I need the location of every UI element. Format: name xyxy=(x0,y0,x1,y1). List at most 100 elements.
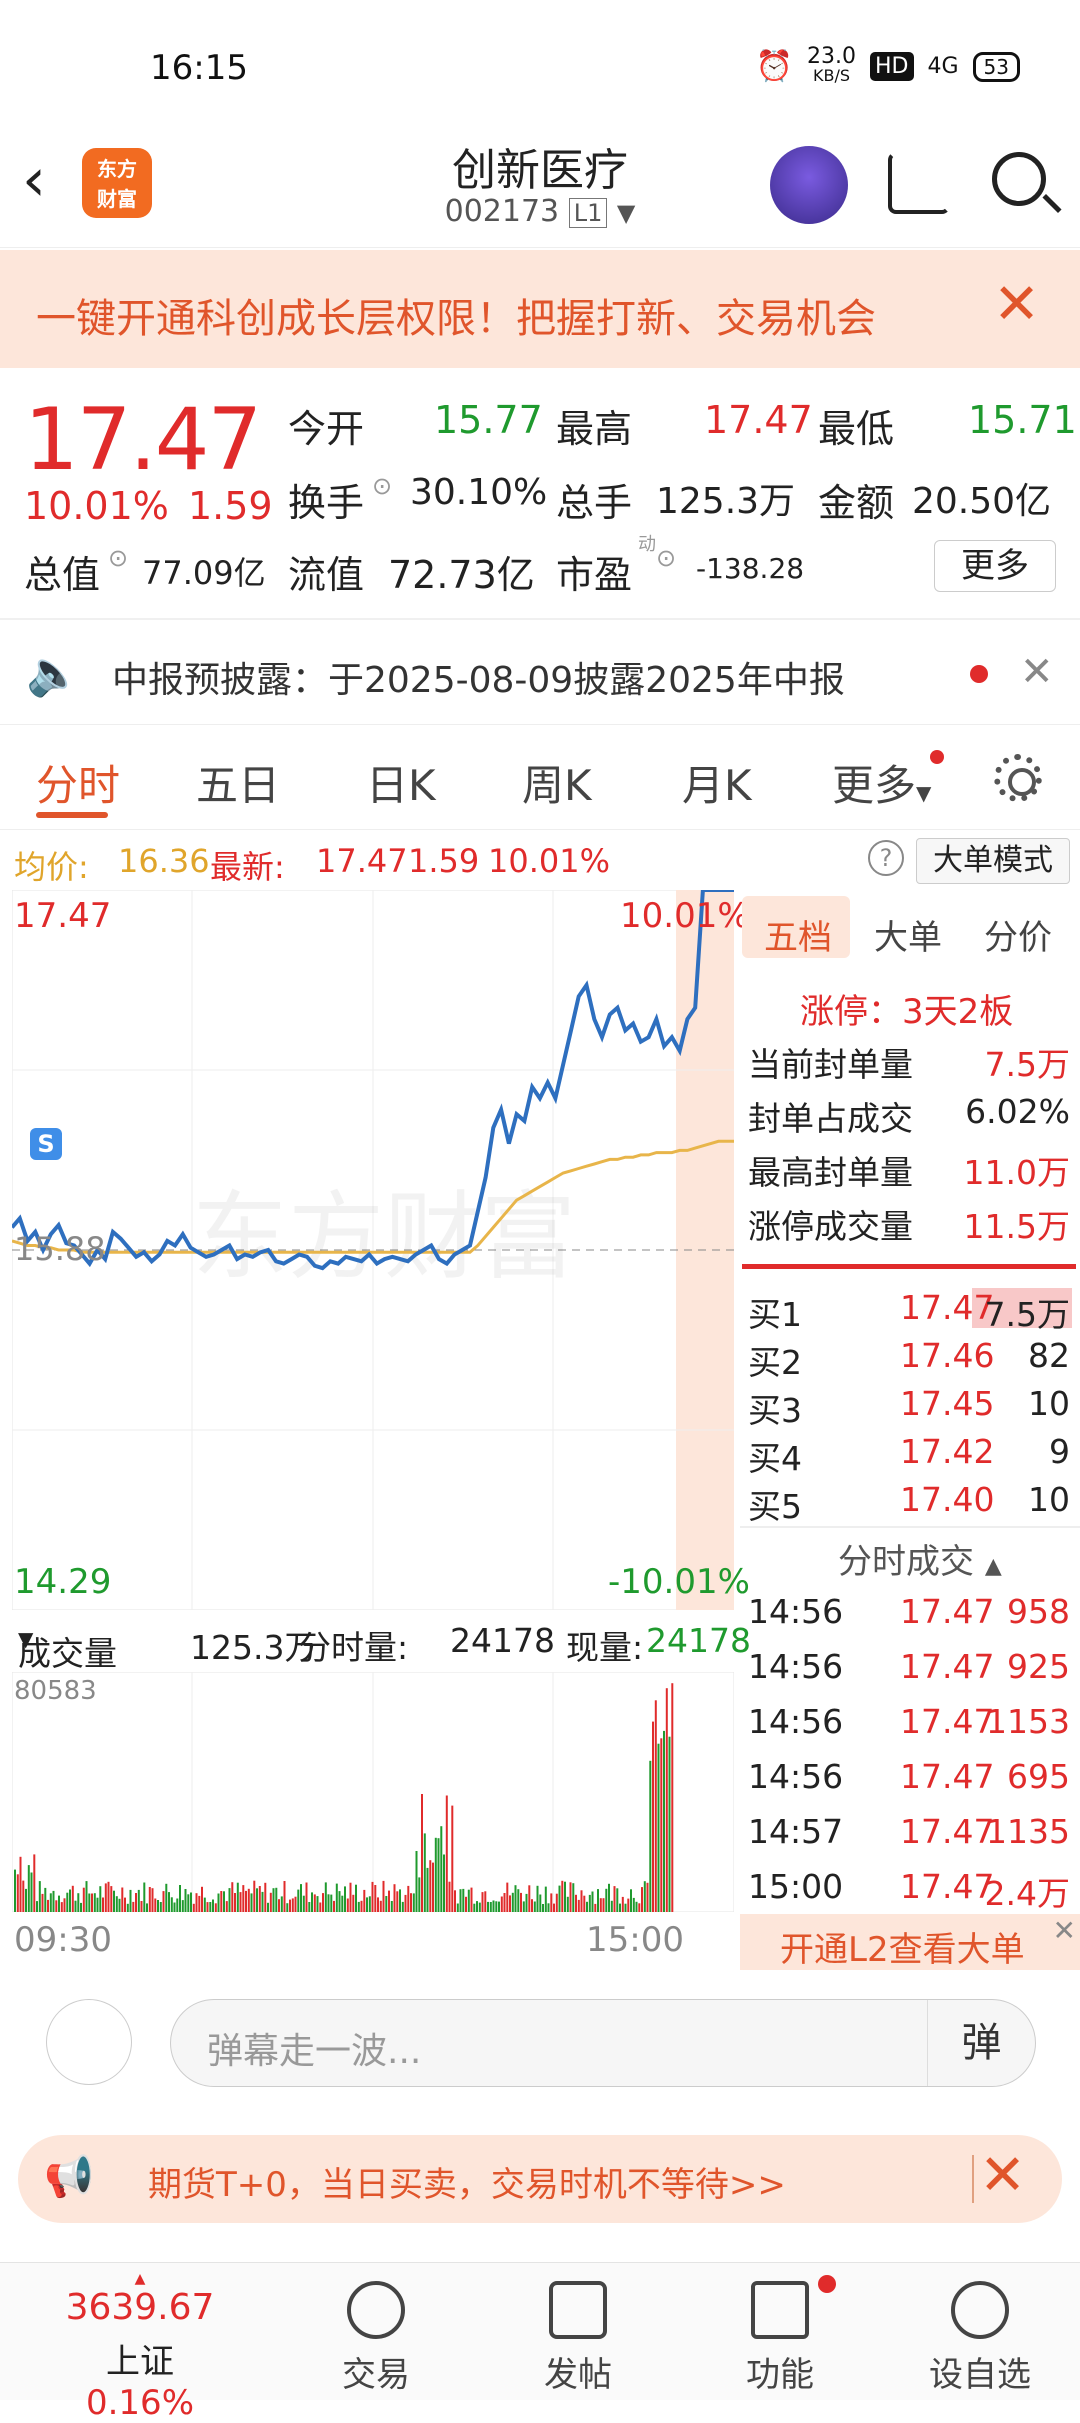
tab-more[interactable]: 更多▼ xyxy=(832,752,931,813)
futures-ad[interactable]: 📢 期货T+0，当日买卖，交易时机不等待>> ✕ xyxy=(18,2135,1062,2223)
banner-text[interactable]: 一键开通科创成长层权限！把握打新、交易机会 xyxy=(36,286,876,344)
megaphone-icon: 📢 xyxy=(44,2154,94,2200)
info-icon[interactable]: ⊙ xyxy=(108,544,128,572)
volume-bar xyxy=(220,1891,223,1912)
notice-text[interactable]: 中报预披露：于2025-08-09披露2025年中报 xyxy=(112,651,845,703)
sell-marker[interactable]: S xyxy=(30,1128,62,1160)
mktcap-value: 77.09亿 xyxy=(142,554,266,592)
promo-banner[interactable]: 一键开通科创成长层权限！把握打新、交易机会 ✕ xyxy=(0,250,1080,368)
search-icon[interactable] xyxy=(992,152,1046,206)
volume-bar xyxy=(278,1899,280,1912)
volume-bar xyxy=(415,1851,418,1912)
more-button[interactable]: 更多 xyxy=(934,540,1056,592)
volume-bar xyxy=(495,1901,498,1912)
now-vol-value: 24178 xyxy=(646,1621,751,1660)
tab-weekly-k[interactable]: 周K xyxy=(522,752,592,813)
close-icon[interactable]: ✕ xyxy=(979,2143,1026,2208)
volume-bar xyxy=(107,1881,110,1912)
volume-bar xyxy=(280,1896,283,1912)
volume-bar xyxy=(352,1894,355,1912)
tab-price-dist[interactable]: 分价 xyxy=(984,910,1052,959)
volume-bar xyxy=(247,1888,250,1912)
l2-promo[interactable]: 开通L2查看大单 ✕ xyxy=(740,1914,1080,1970)
volume-bar xyxy=(432,1862,434,1912)
volume-bar xyxy=(286,1903,289,1912)
volume-bar xyxy=(176,1898,179,1912)
share-icon[interactable] xyxy=(888,152,950,214)
volume-bar xyxy=(300,1884,302,1912)
volume-bar xyxy=(470,1887,473,1912)
big-order-mode-button[interactable]: 大单模式 xyxy=(916,838,1070,884)
close-icon[interactable]: ✕ xyxy=(993,272,1040,337)
trades-title[interactable]: 分时成交 ▲ xyxy=(838,1534,1002,1583)
danmaku-settings-icon[interactable] xyxy=(46,1999,132,2085)
volume-bar xyxy=(390,1901,393,1912)
volume-bar xyxy=(173,1902,176,1912)
trade-row: 14:56 17.47 958 xyxy=(748,1592,1070,1631)
volume-chart-svg xyxy=(11,1671,735,1913)
volume-bar xyxy=(377,1897,379,1912)
volume-bar xyxy=(187,1894,190,1912)
tab-five-levels[interactable]: 五档 xyxy=(764,910,832,959)
volume-bar xyxy=(448,1881,451,1912)
float-label: 流值 xyxy=(288,553,365,597)
info-icon[interactable]: ⊙ xyxy=(372,472,392,500)
volume-bar xyxy=(327,1894,330,1912)
volume-bar xyxy=(297,1889,300,1912)
volume-bar xyxy=(539,1894,542,1912)
volume-bar xyxy=(25,1888,27,1912)
volume-bar xyxy=(33,1854,36,1912)
volume-bar xyxy=(459,1889,462,1912)
robot-avatar-icon[interactable] xyxy=(770,146,848,224)
volume-bar xyxy=(434,1837,437,1912)
volume-bar xyxy=(481,1892,484,1912)
volume-bar xyxy=(632,1897,635,1912)
volume-bar xyxy=(652,1721,654,1912)
tab-daily-k[interactable]: 日K xyxy=(366,752,436,813)
danmaku-input[interactable]: 弹幕走一波... 弹 xyxy=(170,1999,1036,2087)
close-icon[interactable]: ✕ xyxy=(1020,649,1054,695)
volume-bar xyxy=(209,1902,212,1912)
nav-post[interactable]: 发帖 xyxy=(498,2263,658,2401)
volume-bar xyxy=(627,1898,630,1912)
volume-bar xyxy=(184,1889,187,1912)
nav-trade[interactable]: 交易 xyxy=(296,2263,456,2401)
volume-bar xyxy=(308,1902,311,1912)
intraday-chart[interactable]: 东方财富 17.47 10.01% 15.88 14.29 -10.01% S xyxy=(10,888,750,1611)
ad-text[interactable]: 期货T+0，当日买卖，交易时机不等待>> xyxy=(148,2157,786,2206)
stat-label: 当前封单量 xyxy=(748,1045,913,1084)
tab-intraday[interactable]: 分时 xyxy=(36,752,120,813)
help-icon[interactable]: ? xyxy=(868,840,904,876)
nav-add-watchlist[interactable]: 设自选 xyxy=(900,2263,1060,2401)
gear-icon[interactable] xyxy=(994,754,1042,802)
danmaku-toggle-button[interactable]: 弹 xyxy=(927,2000,1035,2086)
volume-bar xyxy=(154,1898,157,1912)
volume-bar xyxy=(179,1885,181,1912)
volume-bar xyxy=(195,1893,198,1912)
volume-bar xyxy=(272,1888,275,1912)
volume-bar xyxy=(349,1882,352,1912)
tab-monthly-k[interactable]: 月K xyxy=(682,752,752,813)
edit-icon xyxy=(549,2281,607,2339)
latest-change: 1.59 xyxy=(408,842,480,880)
close-icon[interactable]: ✕ xyxy=(1053,1914,1076,1947)
red-dot-icon xyxy=(930,750,944,764)
amount-value: 20.50亿 xyxy=(912,481,1052,522)
volume-bar xyxy=(157,1900,159,1912)
report-notice[interactable]: 🔈 中报预披露：于2025-08-09披露2025年中报 ✕ xyxy=(0,625,1080,725)
high-value: 17.47 xyxy=(704,398,813,442)
volume-bar xyxy=(27,1865,30,1912)
volume-bar xyxy=(203,1897,206,1912)
tab-big-orders[interactable]: 大单 xyxy=(874,910,942,959)
info-icon[interactable]: ⊙ xyxy=(656,544,676,572)
danmaku-bar: 弹幕走一波... 弹 xyxy=(0,1975,1080,2095)
trade-row: 14:57 17.47 1135 xyxy=(748,1812,1070,1851)
volume-bar xyxy=(643,1881,646,1912)
index-ticker[interactable]: ▲ 3639.67 上证 0.16% xyxy=(40,2263,240,2423)
volume-chart[interactable]: 80583 xyxy=(11,1671,735,1913)
volume-bar xyxy=(212,1899,214,1912)
turnover-value: 30.10% xyxy=(410,472,548,513)
tab-5day[interactable]: 五日 xyxy=(196,752,280,813)
volume-bar xyxy=(110,1886,113,1912)
nav-functions[interactable]: 功能 xyxy=(700,2263,860,2401)
